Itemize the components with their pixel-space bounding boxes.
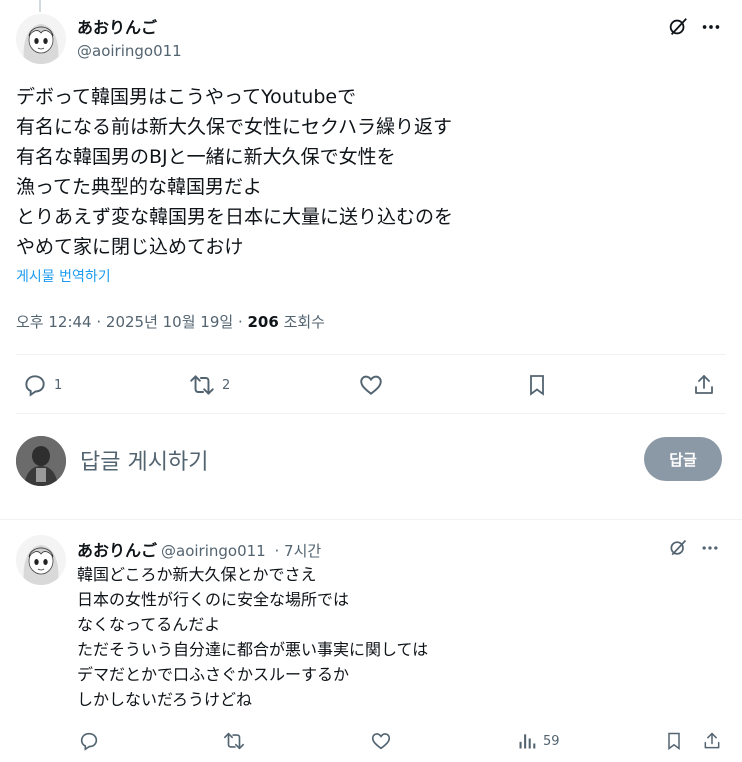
section-divider <box>0 519 742 520</box>
tweet-text-line: デボって韓国男はこうやってYoutubeで <box>16 86 357 108</box>
reply-text: 韓国どころか新大久保とかでさえ 日本の女性が行くのに安全な場所では なくなってる… <box>77 562 428 712</box>
repost-count: 2 <box>222 377 231 393</box>
reply-count: 1 <box>54 377 63 393</box>
relative-time[interactable]: · 7시간 <box>270 542 322 560</box>
reply-button[interactable]: 1 <box>22 372 62 398</box>
share-icon <box>695 375 713 394</box>
reply-text-line: 日本の女性が行くのに安全な場所では <box>77 590 350 609</box>
reply-input[interactable]: 답글 게시하기 <box>80 444 208 476</box>
bookmark-button[interactable] <box>525 372 549 398</box>
thread-connector-line <box>39 0 41 12</box>
timestamp[interactable]: 오후 12:44 · 2025년 10월 19일 · <box>16 313 248 331</box>
reply-header: あおりんご @aoiringo011 · 7시간 <box>77 537 321 561</box>
grok-icon[interactable] <box>667 537 689 559</box>
tweet-text-line: 有名な韓国男のBJと一緒に新大久保で女性を <box>16 146 396 168</box>
reply-text-line: なくなってるんだよ <box>77 615 221 634</box>
reply-button[interactable] <box>78 730 100 752</box>
views-label: 조회수 <box>278 313 325 331</box>
tweet-text: デボって韓国男はこうやってYoutubeで 有名になる前は新大久保で女性にセクハ… <box>16 82 716 262</box>
like-button[interactable] <box>358 372 384 398</box>
bookmark-button[interactable] <box>664 730 684 752</box>
reply-text-line: しかしないだろうけどね <box>77 690 253 709</box>
share-icon <box>704 732 720 749</box>
views-count: 206 <box>247 313 279 331</box>
reply-icon <box>80 732 98 751</box>
tweet-text-line: 漁ってた典型的な韓国男だよ <box>16 176 263 198</box>
tweet-text-line: 有名になる前は新大久保で女性にセクハラ繰り返す <box>16 116 453 138</box>
tweet-text-line: やめて家に閉じ込めておけ <box>16 236 244 258</box>
repost-button[interactable]: 2 <box>188 372 230 398</box>
divider <box>16 413 726 414</box>
display-name[interactable]: あおりんご <box>77 14 157 38</box>
repost-icon <box>190 375 214 395</box>
display-name[interactable]: あおりんご <box>77 541 157 560</box>
views-icon <box>519 734 536 749</box>
avatar[interactable] <box>16 14 66 64</box>
tweet-text-line: とりあえず変な韓国男を日本に大量に送り込むのを <box>16 206 454 228</box>
like-icon <box>371 733 391 750</box>
user-handle[interactable]: @aoiringo011 <box>77 42 182 60</box>
views-button[interactable]: 59 <box>517 730 560 752</box>
tweet-metadata: 오후 12:44 · 2025년 10월 19일 · 206 조회수 <box>16 311 325 332</box>
like-button[interactable] <box>370 730 392 752</box>
reply-text-line: ただそういう自分達に都合が悪い事実に関しては <box>77 640 429 659</box>
more-icon[interactable] <box>699 537 721 559</box>
reply-text-line: デマだとかで口ふさぐかスルーするか <box>77 665 350 684</box>
more-icon[interactable] <box>699 15 723 39</box>
views-count: 59 <box>543 733 560 749</box>
reply-icon <box>25 375 45 397</box>
avatar[interactable] <box>16 535 66 585</box>
bookmark-icon <box>668 732 680 750</box>
repost-button[interactable] <box>222 730 246 752</box>
grok-icon[interactable] <box>666 15 690 39</box>
reply-text-line: 韓国どころか新大久保とかでさえ <box>77 565 317 584</box>
repost-icon <box>224 732 244 750</box>
reply-submit-button[interactable]: 답글 <box>644 437 722 481</box>
share-button[interactable] <box>702 730 722 752</box>
like-icon <box>360 375 382 395</box>
translate-link[interactable]: 게시물 번역하기 <box>16 266 111 286</box>
share-button[interactable] <box>692 372 716 398</box>
divider <box>16 354 726 355</box>
user-handle[interactable]: @aoiringo011 <box>161 542 266 560</box>
current-user-avatar[interactable] <box>16 436 66 486</box>
bookmark-icon <box>530 375 544 396</box>
